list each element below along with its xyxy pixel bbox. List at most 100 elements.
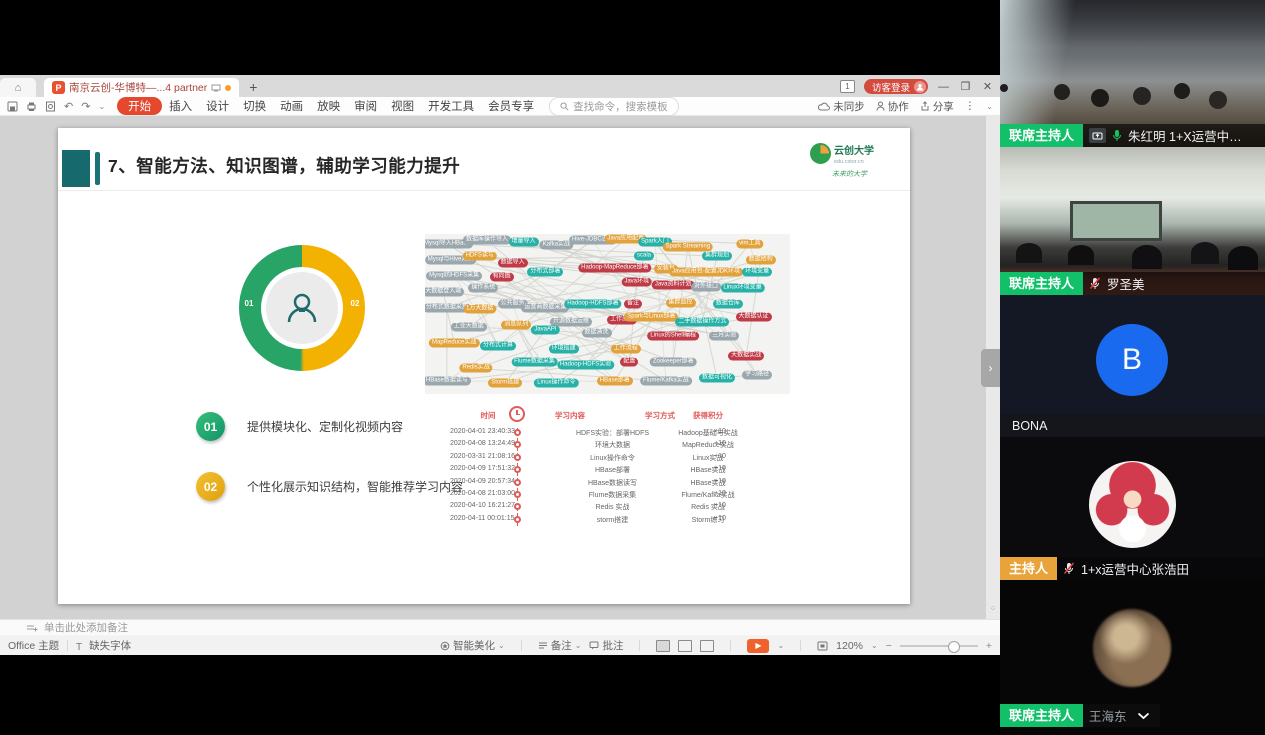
graph-node: HBase部署	[597, 377, 633, 386]
title-divider	[58, 190, 910, 191]
document-tab[interactable]: P 南京云创-华博特—...4 partner	[44, 78, 239, 97]
participant-name: 朱红明 1+X运营中…	[1128, 126, 1242, 145]
command-search[interactable]: 查找命令，搜索模板	[549, 97, 679, 116]
zoom-level[interactable]: 120%	[836, 640, 863, 652]
chevron-down-icon[interactable]	[1137, 712, 1150, 720]
graph-node: 有向图	[490, 273, 514, 282]
timeline-dot-icon	[514, 479, 521, 486]
graph-node: 集群监控	[665, 298, 695, 307]
close-button[interactable]: ✕	[981, 80, 994, 93]
sync-status[interactable]: 未同步	[818, 99, 865, 114]
guest-login-pill[interactable]: 访客登录	[864, 79, 928, 94]
ring-number-left: 01	[244, 299, 254, 308]
person-icon	[266, 272, 338, 344]
point-01: 01 提供模块化、定制化视频内容	[196, 412, 403, 441]
ribbon-tab-1[interactable]: 设计	[206, 101, 229, 113]
document-tab-title: 南京云创-华博特—...4 partner	[69, 80, 207, 95]
meeting-panel: 联席主持人 朱红明 1+X运营中… 联席主持人 罗圣美 B BONA	[1000, 0, 1265, 735]
ribbon-tab-5[interactable]: 审阅	[354, 101, 377, 113]
window-list-icon[interactable]: 1	[840, 80, 855, 93]
video-tile-4[interactable]: 主持人 1+x运营中心张浩田	[1000, 437, 1265, 580]
video-feed-2	[1070, 201, 1162, 241]
zoom-in-button[interactable]: +	[986, 640, 992, 652]
save-icon[interactable]	[7, 101, 18, 112]
video-tile-5[interactable]: 联席主持人 王海东	[1000, 580, 1265, 735]
panel-collapse-button[interactable]: ›	[981, 349, 1000, 387]
wps-window: ⌂ P 南京云创-华博特—...4 partner + 1 访客登录 — ❐ ✕	[0, 75, 1000, 655]
slide[interactable]: 7、智能方法、知识图谱，辅助学习能力提升 云创大学 edu.cstor.cn 未…	[58, 128, 910, 604]
graph-node: Flume数据采集	[511, 358, 558, 367]
document-tab-bar: ⌂ P 南京云创-华博特—...4 partner + 1 访客登录 — ❐ ✕	[0, 75, 1000, 97]
preview-icon[interactable]	[45, 101, 56, 112]
timeline-dot-icon	[514, 516, 521, 523]
title-accent-block	[62, 150, 90, 187]
graph-node: HBase数据读写	[425, 377, 471, 386]
share-icon	[920, 101, 930, 111]
status-bar: Office 主题 T 缺失字体 智能美化⌄ 备注⌄ 批注	[0, 636, 1000, 655]
search-icon	[560, 102, 569, 111]
zoom-out-button[interactable]: −	[886, 640, 892, 652]
point-02: 02 个性化展示知识结构，智能推荐学习内容	[196, 472, 463, 501]
redo-icon[interactable]: ↷	[81, 100, 90, 113]
qat-more-icon[interactable]: ⌄	[98, 102, 105, 111]
timeline-dot-icon	[514, 441, 521, 448]
play-options-icon[interactable]: ⌄	[777, 641, 784, 650]
undo-icon[interactable]: ↶	[64, 100, 73, 113]
restore-button[interactable]: ❐	[959, 80, 972, 93]
ribbon-tab-3[interactable]: 动画	[280, 101, 303, 113]
graph-node: 环境搭建	[549, 345, 579, 354]
video-tile-2[interactable]: 联席主持人 罗圣美	[1000, 147, 1265, 295]
avatar-image	[1089, 461, 1176, 548]
graph-node: 大数据认证	[735, 313, 771, 322]
zoom-slider[interactable]	[900, 645, 978, 647]
zoom-slider-thumb[interactable]	[948, 641, 960, 653]
video-tile-3[interactable]: B BONA	[1000, 295, 1265, 437]
ribbon-tab-6[interactable]: 视图	[391, 101, 414, 113]
notes-toggle-button[interactable]: 备注⌄	[538, 638, 582, 653]
tab-start[interactable]: 开始	[117, 97, 162, 115]
graph-node: HDFS读写	[463, 252, 497, 261]
graph-node: Spark与Linux部署	[624, 313, 678, 322]
graph-node: vim工具	[736, 239, 763, 248]
ribbon-tab-0[interactable]: 插入	[169, 101, 192, 113]
ribbon-tab-4[interactable]: 放映	[317, 101, 340, 113]
reading-view-button[interactable]	[700, 640, 714, 652]
graph-node: Hadoop-HDFS部署	[564, 300, 621, 309]
smart-beautify-button[interactable]: 智能美化⌄	[440, 638, 505, 653]
ribbon-tab-2[interactable]: 切换	[243, 101, 266, 113]
editor-canvas[interactable]: 7、智能方法、知识图谱，辅助学习能力提升 云创大学 edu.cstor.cn 未…	[0, 116, 1000, 619]
participant-name: 王海东	[1089, 706, 1127, 725]
zoom-caret-icon[interactable]: ⌄	[871, 641, 878, 650]
timeline-dot-icon	[514, 454, 521, 461]
normal-view-button[interactable]	[656, 640, 670, 652]
graph-node: 工业大数据	[451, 322, 487, 331]
graph-node: 大数据实战	[728, 351, 764, 360]
notes-bar[interactable]: 单击此处添加备注	[0, 619, 1000, 635]
fit-slide-icon[interactable]	[817, 641, 828, 651]
ribbon-tab-8[interactable]: 会员专享	[488, 101, 534, 113]
graph-node: 分布式计算	[480, 342, 516, 351]
minimize-button[interactable]: —	[937, 81, 950, 93]
home-tab[interactable]: ⌂	[0, 78, 36, 97]
video-tile-1[interactable]: 联席主持人 朱红明 1+X运营中…	[1000, 0, 1265, 147]
ring-number-right: 02	[350, 299, 360, 308]
graph-node: Flume/Kafka实战	[640, 377, 692, 386]
share-button[interactable]: 分享	[920, 99, 954, 114]
comments-button[interactable]: 批注	[589, 638, 623, 653]
graph-node: Zookeeper部署	[650, 358, 697, 367]
knowledge-graph: Mysql导入HBase数据库操作导入增量导入Kafka实战Hive-JDBC连…	[425, 234, 790, 394]
logo-domain: edu.cstor.cn	[834, 159, 874, 165]
graph-node: 运营商数据采集	[521, 303, 569, 312]
collaborate-button[interactable]: 协作	[876, 99, 909, 114]
print-icon[interactable]	[26, 101, 37, 112]
new-tab-button[interactable]: +	[249, 78, 257, 97]
slideshow-play-button[interactable]: ▶	[747, 639, 769, 653]
slide-sorter-view-button[interactable]	[678, 640, 692, 652]
timeline-dot-icon	[514, 429, 521, 436]
ribbon-collapse-icon[interactable]: ⌄	[986, 102, 993, 111]
missing-font-button[interactable]: T 缺失字体	[76, 638, 131, 653]
notes-placeholder: 单击此处添加备注	[44, 620, 128, 635]
graph-node: 数据可视化	[699, 374, 735, 383]
ribbon-tab-7[interactable]: 开发工具	[428, 101, 474, 113]
more-menu-icon[interactable]: ⋮	[965, 100, 976, 112]
